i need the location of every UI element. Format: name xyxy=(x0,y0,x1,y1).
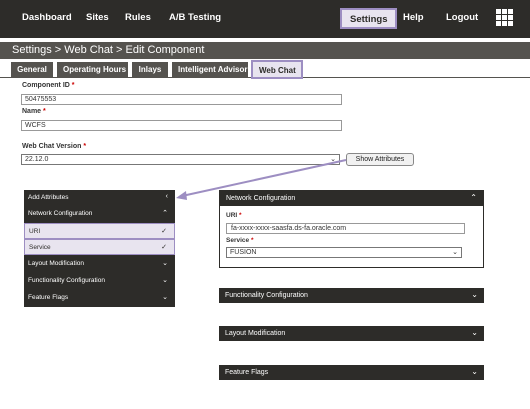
show-attributes-button[interactable]: Show Attributes xyxy=(346,153,414,166)
top-navigation: Dashboard Sites Rules A/B Testing Settin… xyxy=(0,0,530,38)
chevron-down-icon: ⌄ xyxy=(471,328,478,337)
check-icon: ✓ xyxy=(161,228,167,235)
chevron-down-icon: ⌄ xyxy=(471,367,478,376)
attr-uri-label: URI xyxy=(29,228,41,235)
chevron-left-icon: ‹ xyxy=(165,193,168,200)
add-attributes-header[interactable]: Add Attributes ‹ xyxy=(24,190,175,206)
uri-field[interactable]: fa-xxxx-xxxx-saasfa.ds-fa.oracle.com xyxy=(226,223,465,234)
service-value: FUSION xyxy=(230,249,257,256)
chevron-down-icon: ⌄ xyxy=(162,294,168,301)
attr-feature-flags-label: Feature Flags xyxy=(28,294,69,301)
name-label: Name * xyxy=(22,108,46,115)
attr-functionality-configuration[interactable]: Functionality Configuration ⌄ xyxy=(24,273,175,289)
attributes-panel: Add Attributes ‹ Network Configuration ⌃… xyxy=(24,190,175,307)
tab-inlays[interactable]: Inlays xyxy=(132,62,168,77)
component-id-label: Component ID * xyxy=(22,82,75,89)
nav-help[interactable]: Help xyxy=(403,12,424,23)
network-configuration-panel: Network Configuration ⌃ URI * fa-xxxx-xx… xyxy=(219,190,484,268)
nav-sites[interactable]: Sites xyxy=(86,12,109,23)
add-attributes-label: Add Attributes xyxy=(28,194,69,201)
nav-logout[interactable]: Logout xyxy=(446,12,478,23)
page-title: Settings > Web Chat > Edit Component xyxy=(0,42,530,59)
attr-network-configuration[interactable]: Network Configuration ⌃ xyxy=(24,206,175,222)
chevron-down-icon: ⌄ xyxy=(330,156,336,163)
attr-layout-modification[interactable]: Layout Modification ⌄ xyxy=(24,256,175,272)
service-select[interactable]: FUSION ⌄ xyxy=(226,247,462,258)
web-chat-version-value: 22.12.0 xyxy=(25,156,49,163)
tab-strip: General Operating Hours Inlays Intellige… xyxy=(0,59,530,79)
attr-feature-flags[interactable]: Feature Flags ⌄ xyxy=(24,290,175,306)
web-chat-version-label: Web Chat Version * xyxy=(22,143,87,150)
tab-general[interactable]: General xyxy=(11,62,53,77)
service-label: Service * xyxy=(226,237,254,244)
check-icon: ✓ xyxy=(161,244,167,251)
grid-icon[interactable] xyxy=(496,9,514,27)
tab-web-chat[interactable]: Web Chat xyxy=(251,60,303,79)
chevron-down-icon: ⌄ xyxy=(162,260,168,267)
nav-rules[interactable]: Rules xyxy=(125,12,151,23)
attr-functionality-configuration-label: Functionality Configuration xyxy=(28,277,105,284)
feature-flags-title: Feature Flags xyxy=(225,369,269,376)
attr-uri[interactable]: URI ✓ xyxy=(24,223,175,239)
chevron-down-icon: ⌄ xyxy=(452,249,458,256)
attr-service-label: Service xyxy=(29,244,51,251)
uri-label: URI * xyxy=(226,212,242,219)
functionality-configuration-title: Functionality Configuration xyxy=(225,292,308,299)
layout-modification-section[interactable]: Layout Modification ⌄ xyxy=(219,326,484,341)
chevron-down-icon: ⌄ xyxy=(471,290,478,299)
tab-operating-hours[interactable]: Operating Hours xyxy=(57,62,128,77)
web-chat-version-select[interactable]: 22.12.0 ⌄ xyxy=(21,154,340,165)
chevron-up-icon: ⌃ xyxy=(470,193,477,202)
feature-flags-section[interactable]: Feature Flags ⌄ xyxy=(219,365,484,380)
nav-ab-testing[interactable]: A/B Testing xyxy=(169,12,221,23)
chevron-down-icon: ⌄ xyxy=(162,277,168,284)
network-configuration-header[interactable]: Network Configuration ⌃ xyxy=(220,191,483,206)
component-id-field[interactable]: 50475553 xyxy=(21,94,342,105)
name-field[interactable]: WCFS xyxy=(21,120,342,131)
nav-settings[interactable]: Settings xyxy=(340,8,398,29)
nav-dashboard[interactable]: Dashboard xyxy=(22,12,72,23)
functionality-configuration-section[interactable]: Functionality Configuration ⌄ xyxy=(219,288,484,303)
network-configuration-title: Network Configuration xyxy=(226,195,296,202)
tab-intelligent-advisor[interactable]: Intelligent Advisor xyxy=(172,62,248,77)
attr-network-configuration-label: Network Configuration xyxy=(28,210,93,217)
attr-layout-modification-label: Layout Modification xyxy=(28,260,85,267)
attr-service[interactable]: Service ✓ xyxy=(24,239,175,255)
layout-modification-title: Layout Modification xyxy=(225,330,286,337)
chevron-up-icon: ⌃ xyxy=(162,210,168,217)
